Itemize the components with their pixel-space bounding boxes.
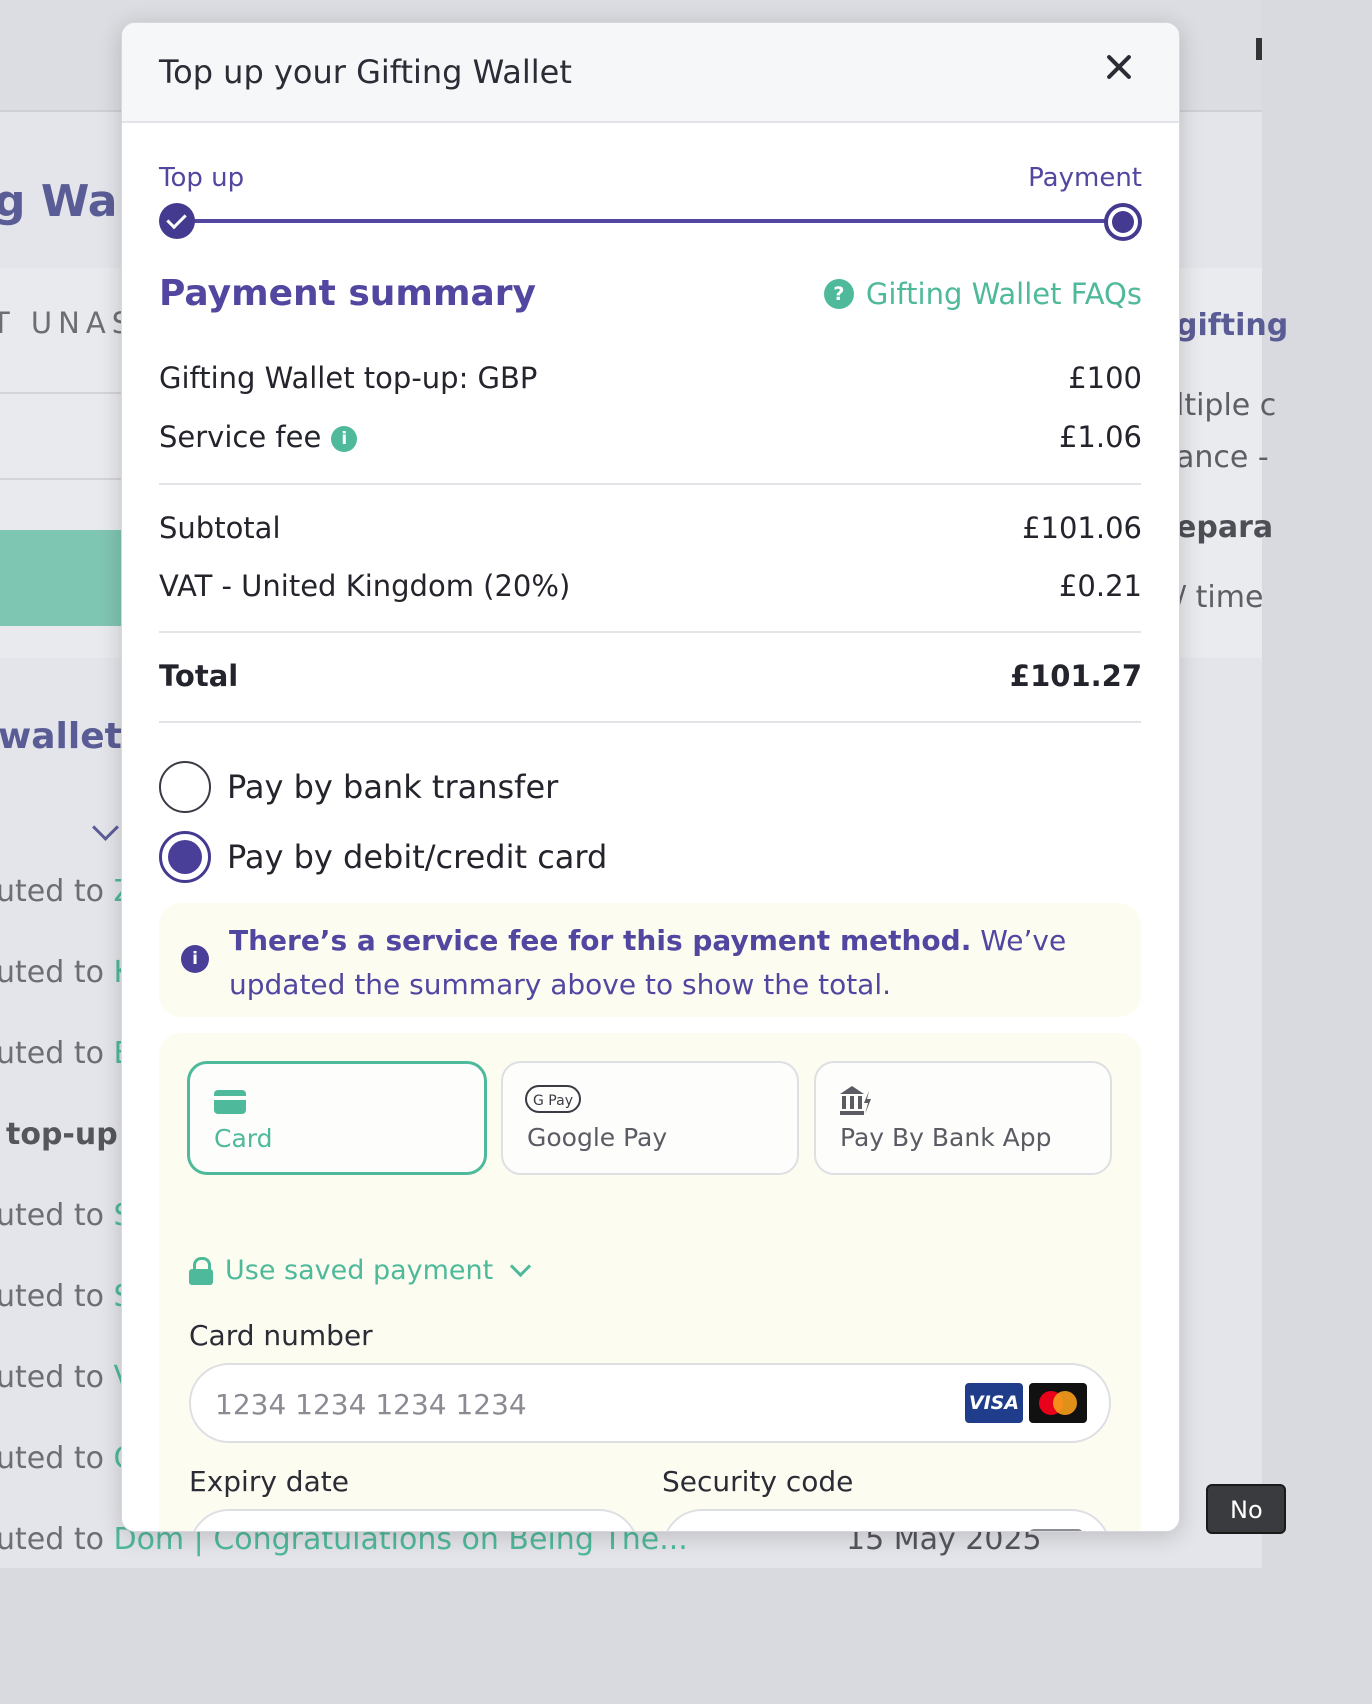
step-complete-check-icon — [159, 203, 195, 239]
subtotal-value: £101.06 — [1022, 511, 1142, 545]
bank-transfer-label: Pay by bank transfer — [227, 768, 559, 806]
info-icon[interactable]: i — [331, 426, 358, 452]
subtotal-label: Subtotal — [159, 511, 281, 545]
cvc-card-icon — [1029, 1529, 1083, 1531]
mastercard-logo-icon — [1029, 1383, 1087, 1423]
tab-card-label: Card — [214, 1124, 273, 1153]
security-code-field — [662, 1509, 1111, 1531]
payment-form-panel: Card G Pay Google Pay Pay By Bank App Us… — [159, 1033, 1141, 1531]
info-icon: i — [181, 945, 209, 973]
modal-title: Top up your Gifting Wallet — [159, 53, 572, 91]
tab-card[interactable]: Card — [187, 1061, 487, 1175]
total-value: £101.27 — [1009, 659, 1142, 693]
background-list-item: uted to V — [0, 1360, 134, 1395]
chevron-down-icon — [92, 814, 119, 841]
expiry-date-field — [189, 1509, 639, 1531]
notice-bold-text: There’s a service fee for this payment m… — [229, 924, 972, 957]
vat-value: £0.21 — [1058, 569, 1142, 603]
bank-icon — [840, 1086, 871, 1115]
stepper-track — [176, 219, 1124, 223]
notice-text: There’s a service fee for this payment m… — [229, 919, 1129, 1007]
topup-line-value: £100 — [1068, 361, 1142, 395]
background-menu-icon — [1256, 38, 1262, 60]
background-info-text: ance - — [1176, 440, 1269, 475]
expiry-date-input[interactable] — [213, 1511, 530, 1531]
card-number-field: VISA — [189, 1363, 1111, 1443]
background-dropdown — [0, 392, 124, 841]
help-icon: ? — [823, 279, 854, 309]
payment-summary-title: Payment summary — [159, 273, 536, 314]
background-tooltip: No — [1206, 1484, 1286, 1534]
background-list-item: uted to C — [0, 1441, 134, 1476]
close-icon[interactable] — [1103, 51, 1135, 83]
bank-transfer-option[interactable]: Pay by bank transfer — [159, 761, 558, 813]
card-number-label: Card number — [189, 1319, 373, 1352]
service-fee-notice: i There’s a service fee for this payment… — [159, 903, 1141, 1017]
step-current-icon — [1104, 203, 1142, 241]
card-number-input[interactable] — [213, 1365, 860, 1443]
service-fee-value: £1.06 — [1058, 420, 1142, 454]
background-info-title: gifting — [1176, 308, 1289, 343]
expiry-date-label: Expiry date — [189, 1465, 349, 1498]
tab-google-pay[interactable]: G Pay Google Pay — [501, 1061, 799, 1175]
top-up-modal: Top up your Gifting Wallet Top up Paymen… — [121, 22, 1180, 1532]
card-payment-option[interactable]: Pay by debit/credit card — [159, 831, 607, 883]
divider — [159, 631, 1141, 633]
lock-icon — [189, 1256, 213, 1285]
credit-card-icon — [214, 1090, 246, 1114]
tab-google-pay-label: Google Pay — [527, 1123, 668, 1152]
service-fee-label: Service fee — [159, 420, 322, 454]
step-payment-label: Payment — [1028, 163, 1142, 193]
security-code-input[interactable] — [686, 1511, 1002, 1531]
vat-label: VAT - United Kingdom (20%) — [159, 569, 571, 603]
tab-pay-by-bank-app[interactable]: Pay By Bank App — [814, 1061, 1112, 1175]
background-info-text: ltiple c — [1176, 388, 1277, 423]
background-page-title: g Wal — [0, 176, 133, 227]
card-payment-radio[interactable] — [159, 831, 211, 883]
use-saved-payment-toggle[interactable]: Use saved payment — [189, 1255, 532, 1286]
background-list-item: uted to E — [0, 1036, 132, 1071]
google-pay-icon: G Pay — [525, 1085, 581, 1113]
divider — [159, 721, 1141, 723]
card-payment-label: Pay by debit/credit card — [227, 838, 608, 876]
background-list-item: uted to S — [0, 1279, 133, 1314]
background-info-text: epara — [1176, 510, 1274, 545]
security-code-label: Security code — [662, 1465, 854, 1498]
total-label: Total — [159, 659, 239, 693]
background-list-item: uted to S — [0, 1198, 133, 1233]
chevron-down-icon — [510, 1255, 532, 1278]
background-info-text: / time — [1176, 580, 1264, 615]
bank-transfer-radio[interactable] — [159, 761, 211, 813]
divider — [159, 483, 1141, 485]
faq-link[interactable]: ? Gifting Wallet FAQs — [823, 277, 1142, 311]
service-fee-row: Service fee i — [159, 420, 358, 454]
background-list-item: uted to K — [0, 955, 133, 990]
visa-logo-icon: VISA — [965, 1383, 1023, 1423]
tab-pay-by-bank-app-label: Pay By Bank App — [840, 1123, 1052, 1152]
background-unassigned-label: T UNAS — [0, 306, 137, 340]
modal-header: Top up your Gifting Wallet — [122, 23, 1179, 123]
use-saved-payment-label: Use saved payment — [225, 1255, 494, 1286]
faq-link-label: Gifting Wallet FAQs — [865, 277, 1142, 311]
background-list-item: top-up — [6, 1117, 118, 1152]
background-list-item: uted to Z — [0, 874, 134, 909]
topup-line-label: Gifting Wallet top-up: GBP — [159, 361, 538, 395]
step-top-up-label: Top up — [159, 163, 245, 193]
background-action-button — [0, 530, 124, 626]
